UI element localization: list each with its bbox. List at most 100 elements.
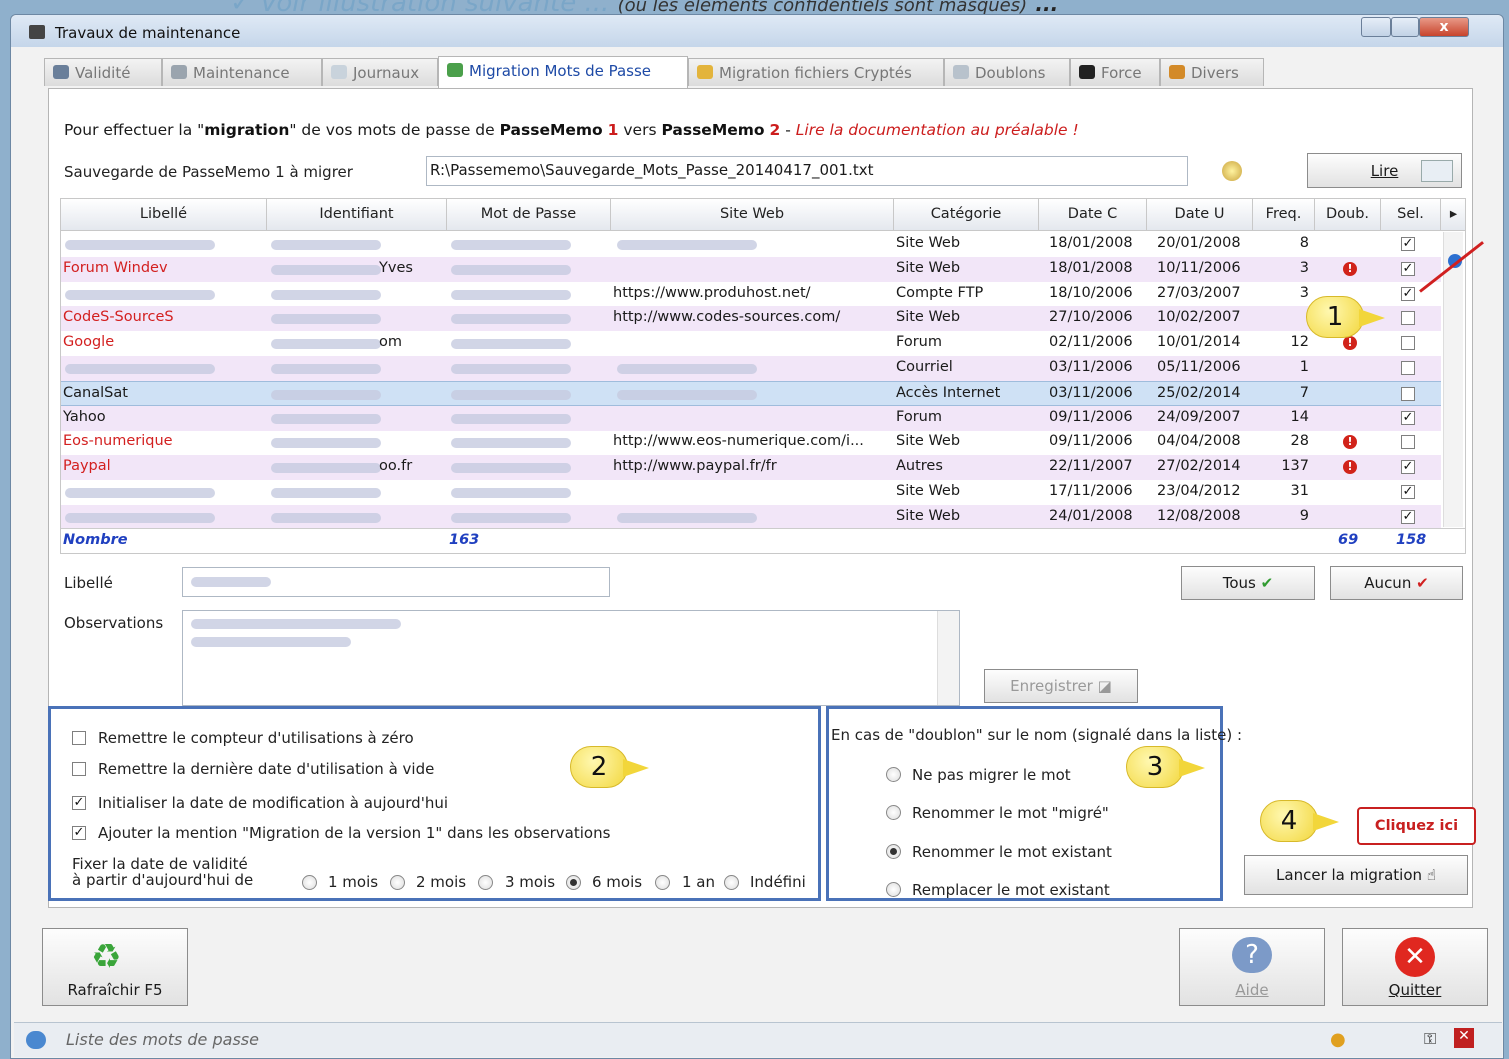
intro-part: " de vos mots de passe de: [289, 121, 500, 139]
calendar-icon: [1421, 160, 1453, 182]
caption-line: Voir illustration suivante ...: [260, 0, 609, 14]
masked-password: [451, 512, 571, 523]
validity-1-an-radio[interactable]: [655, 875, 670, 890]
col-libelle[interactable]: Libellé: [61, 199, 267, 231]
tab-bar: Validité Maintenance Journaux Migration …: [34, 56, 1264, 88]
select-checkbox[interactable]: [1401, 336, 1415, 351]
tab-label: Migration fichiers Cryptés: [719, 64, 912, 82]
tous-button[interactable]: Tous ✔: [1181, 566, 1315, 600]
validity-1-mois-radio[interactable]: [302, 875, 317, 890]
select-checkbox[interactable]: ✓: [1401, 509, 1415, 524]
libelle-field[interactable]: [182, 567, 610, 597]
footer-count: 163: [449, 532, 480, 548]
table-row[interactable]: CodeS-SourceS http://www.codes-sources.co…: [61, 306, 1441, 332]
password-grid[interactable]: Libellé Identifiant Mot de Passe Site We…: [60, 198, 1466, 554]
tab-divers[interactable]: Divers: [1160, 58, 1264, 86]
table-row[interactable]: Site Web 24/01/2008 12/08/2008 9 ✓: [61, 504, 1441, 530]
select-checkbox[interactable]: ✓: [1401, 261, 1415, 276]
masked-password: [451, 314, 571, 325]
cell-site: http://www.eos-numerique.com/i...: [613, 433, 864, 450]
minimize-button[interactable]: [1361, 17, 1391, 37]
table-row[interactable]: Google om Forum 02/11/2006 10/01/2014 12!: [61, 331, 1441, 356]
table-row[interactable]: Yahoo Forum 09/11/2006 24/09/2007 14 ✓: [61, 405, 1441, 431]
validity-3-mois-radio[interactable]: [478, 875, 493, 890]
aucun-button[interactable]: Aucun ✔: [1330, 566, 1463, 600]
cell-freq: 14: [1290, 408, 1309, 425]
select-checkbox[interactable]: [1401, 386, 1415, 401]
renommer-existant-radio[interactable]: [886, 844, 901, 859]
tab-journaux[interactable]: Journaux: [322, 58, 438, 86]
col-date-c[interactable]: Date C: [1039, 199, 1147, 231]
masked-text: [617, 512, 757, 523]
tab-migration-fichiers[interactable]: Migration fichiers Cryptés: [688, 58, 944, 86]
grid-scrollbar[interactable]: [1443, 232, 1463, 527]
tools-icon: [171, 65, 187, 79]
lire-button[interactable]: Lire: [1307, 153, 1462, 188]
maximize-button[interactable]: [1391, 17, 1419, 37]
col-freq[interactable]: Freq.: [1253, 199, 1315, 231]
select-checkbox[interactable]: ✓: [1401, 410, 1415, 425]
validity-2-mois-radio[interactable]: [390, 875, 405, 890]
select-checkbox[interactable]: [1401, 361, 1415, 375]
rafraichir-button[interactable]: ♻ Rafraîchir F5: [42, 928, 188, 1006]
table-row[interactable]: Forum Windev Yves Site Web 18/01/2008 10/11/…: [61, 256, 1441, 282]
table-row[interactable]: https://www.produhost.net/Compte FTP 18/1…: [61, 282, 1441, 307]
tab-validite[interactable]: Validité: [44, 58, 162, 86]
col-site-web[interactable]: Site Web: [611, 199, 894, 231]
tab-migration-mots-de-passe[interactable]: Migration Mots de Passe: [438, 56, 688, 88]
col-mot-de-passe[interactable]: Mot de Passe: [447, 199, 611, 231]
select-checkbox[interactable]: [1401, 311, 1415, 326]
backup-path-field[interactable]: R:\Passememo\Sauvegarde_Mots_Passe_20140…: [426, 156, 1188, 186]
table-row[interactable]: CanalSat Accès Internet 03/11/2006 25/02/20…: [61, 380, 1441, 406]
select-checkbox[interactable]: ✓: [1401, 485, 1415, 499]
cell-dc: 09/11/2006: [1049, 408, 1133, 425]
footer-label: Nombre: [63, 532, 128, 548]
masked-password: [451, 463, 571, 474]
validity-6-mois-radio[interactable]: [566, 875, 581, 890]
browse-icon[interactable]: [1222, 161, 1242, 181]
masked-password: [451, 438, 571, 449]
renommer-migre-radio[interactable]: [886, 805, 901, 820]
col-identifiant[interactable]: Identifiant: [267, 199, 447, 231]
close-button[interactable]: x: [1419, 17, 1469, 37]
tab-doublons[interactable]: Doublons: [944, 58, 1070, 86]
cell-freq: 12: [1290, 334, 1309, 351]
quitter-button[interactable]: ✕ Quitter: [1342, 928, 1488, 1006]
init-date-checkbox[interactable]: ✓: [72, 796, 86, 810]
select-checkbox[interactable]: ✓: [1401, 286, 1415, 301]
observations-field[interactable]: [182, 610, 960, 706]
select-checkbox[interactable]: [1401, 435, 1415, 450]
add-mention-checkbox[interactable]: ✓: [72, 826, 86, 840]
aide-button[interactable]: ? Aide: [1179, 928, 1325, 1006]
validity-indefini-radio[interactable]: [724, 875, 739, 890]
table-row[interactable]: Eos-numerique http://www.eos-numerique.co…: [61, 430, 1441, 455]
col-label: Date U: [1174, 206, 1225, 222]
scroll-right-button[interactable]: ▸: [1441, 199, 1465, 231]
cell-cat: Site Web: [896, 483, 961, 499]
col-sel[interactable]: Sel.: [1381, 199, 1441, 231]
cell-dc: 24/01/2008: [1049, 507, 1133, 524]
reset-counter-checkbox[interactable]: [72, 731, 86, 745]
col-doub[interactable]: Doub.: [1315, 199, 1381, 231]
table-row[interactable]: Site Web 18/01/2008 20/01/2008 8 ✓: [61, 232, 1441, 257]
table-row[interactable]: Paypal oo.fr http://www.paypal.fr/fr Autres…: [61, 455, 1441, 481]
tab-force[interactable]: Force: [1070, 58, 1160, 86]
table-row[interactable]: Site Web 17/11/2006 23/04/2012 31 ✓: [61, 480, 1441, 505]
enregistrer-button[interactable]: Enregistrer ◪: [984, 669, 1138, 703]
caption: ✓ Voir illustration suivante ... (où les…: [230, 0, 1330, 14]
table-row[interactable]: Courriel 03/11/2006 05/11/2006 1: [61, 356, 1441, 381]
select-checkbox[interactable]: ✓: [1401, 237, 1415, 251]
observations-scrollbar[interactable]: [937, 611, 959, 705]
select-checkbox[interactable]: ✓: [1401, 460, 1415, 475]
app-icon: [29, 25, 45, 39]
enregistrer-label: Enregistrer: [1010, 677, 1093, 695]
reset-date-checkbox[interactable]: [72, 762, 86, 776]
ne-pas-migrer-radio[interactable]: [886, 767, 901, 782]
tab-label: Maintenance: [193, 64, 290, 82]
lancer-migration-button[interactable]: Lancer la migration ☝: [1244, 855, 1468, 895]
doc-link[interactable]: Lire la documentation au préalable !: [796, 121, 1079, 139]
col-categorie[interactable]: Catégorie: [894, 199, 1039, 231]
col-date-u[interactable]: Date U: [1147, 199, 1253, 231]
remplacer-existant-radio[interactable]: [886, 882, 901, 897]
tab-maintenance[interactable]: Maintenance: [162, 58, 322, 86]
